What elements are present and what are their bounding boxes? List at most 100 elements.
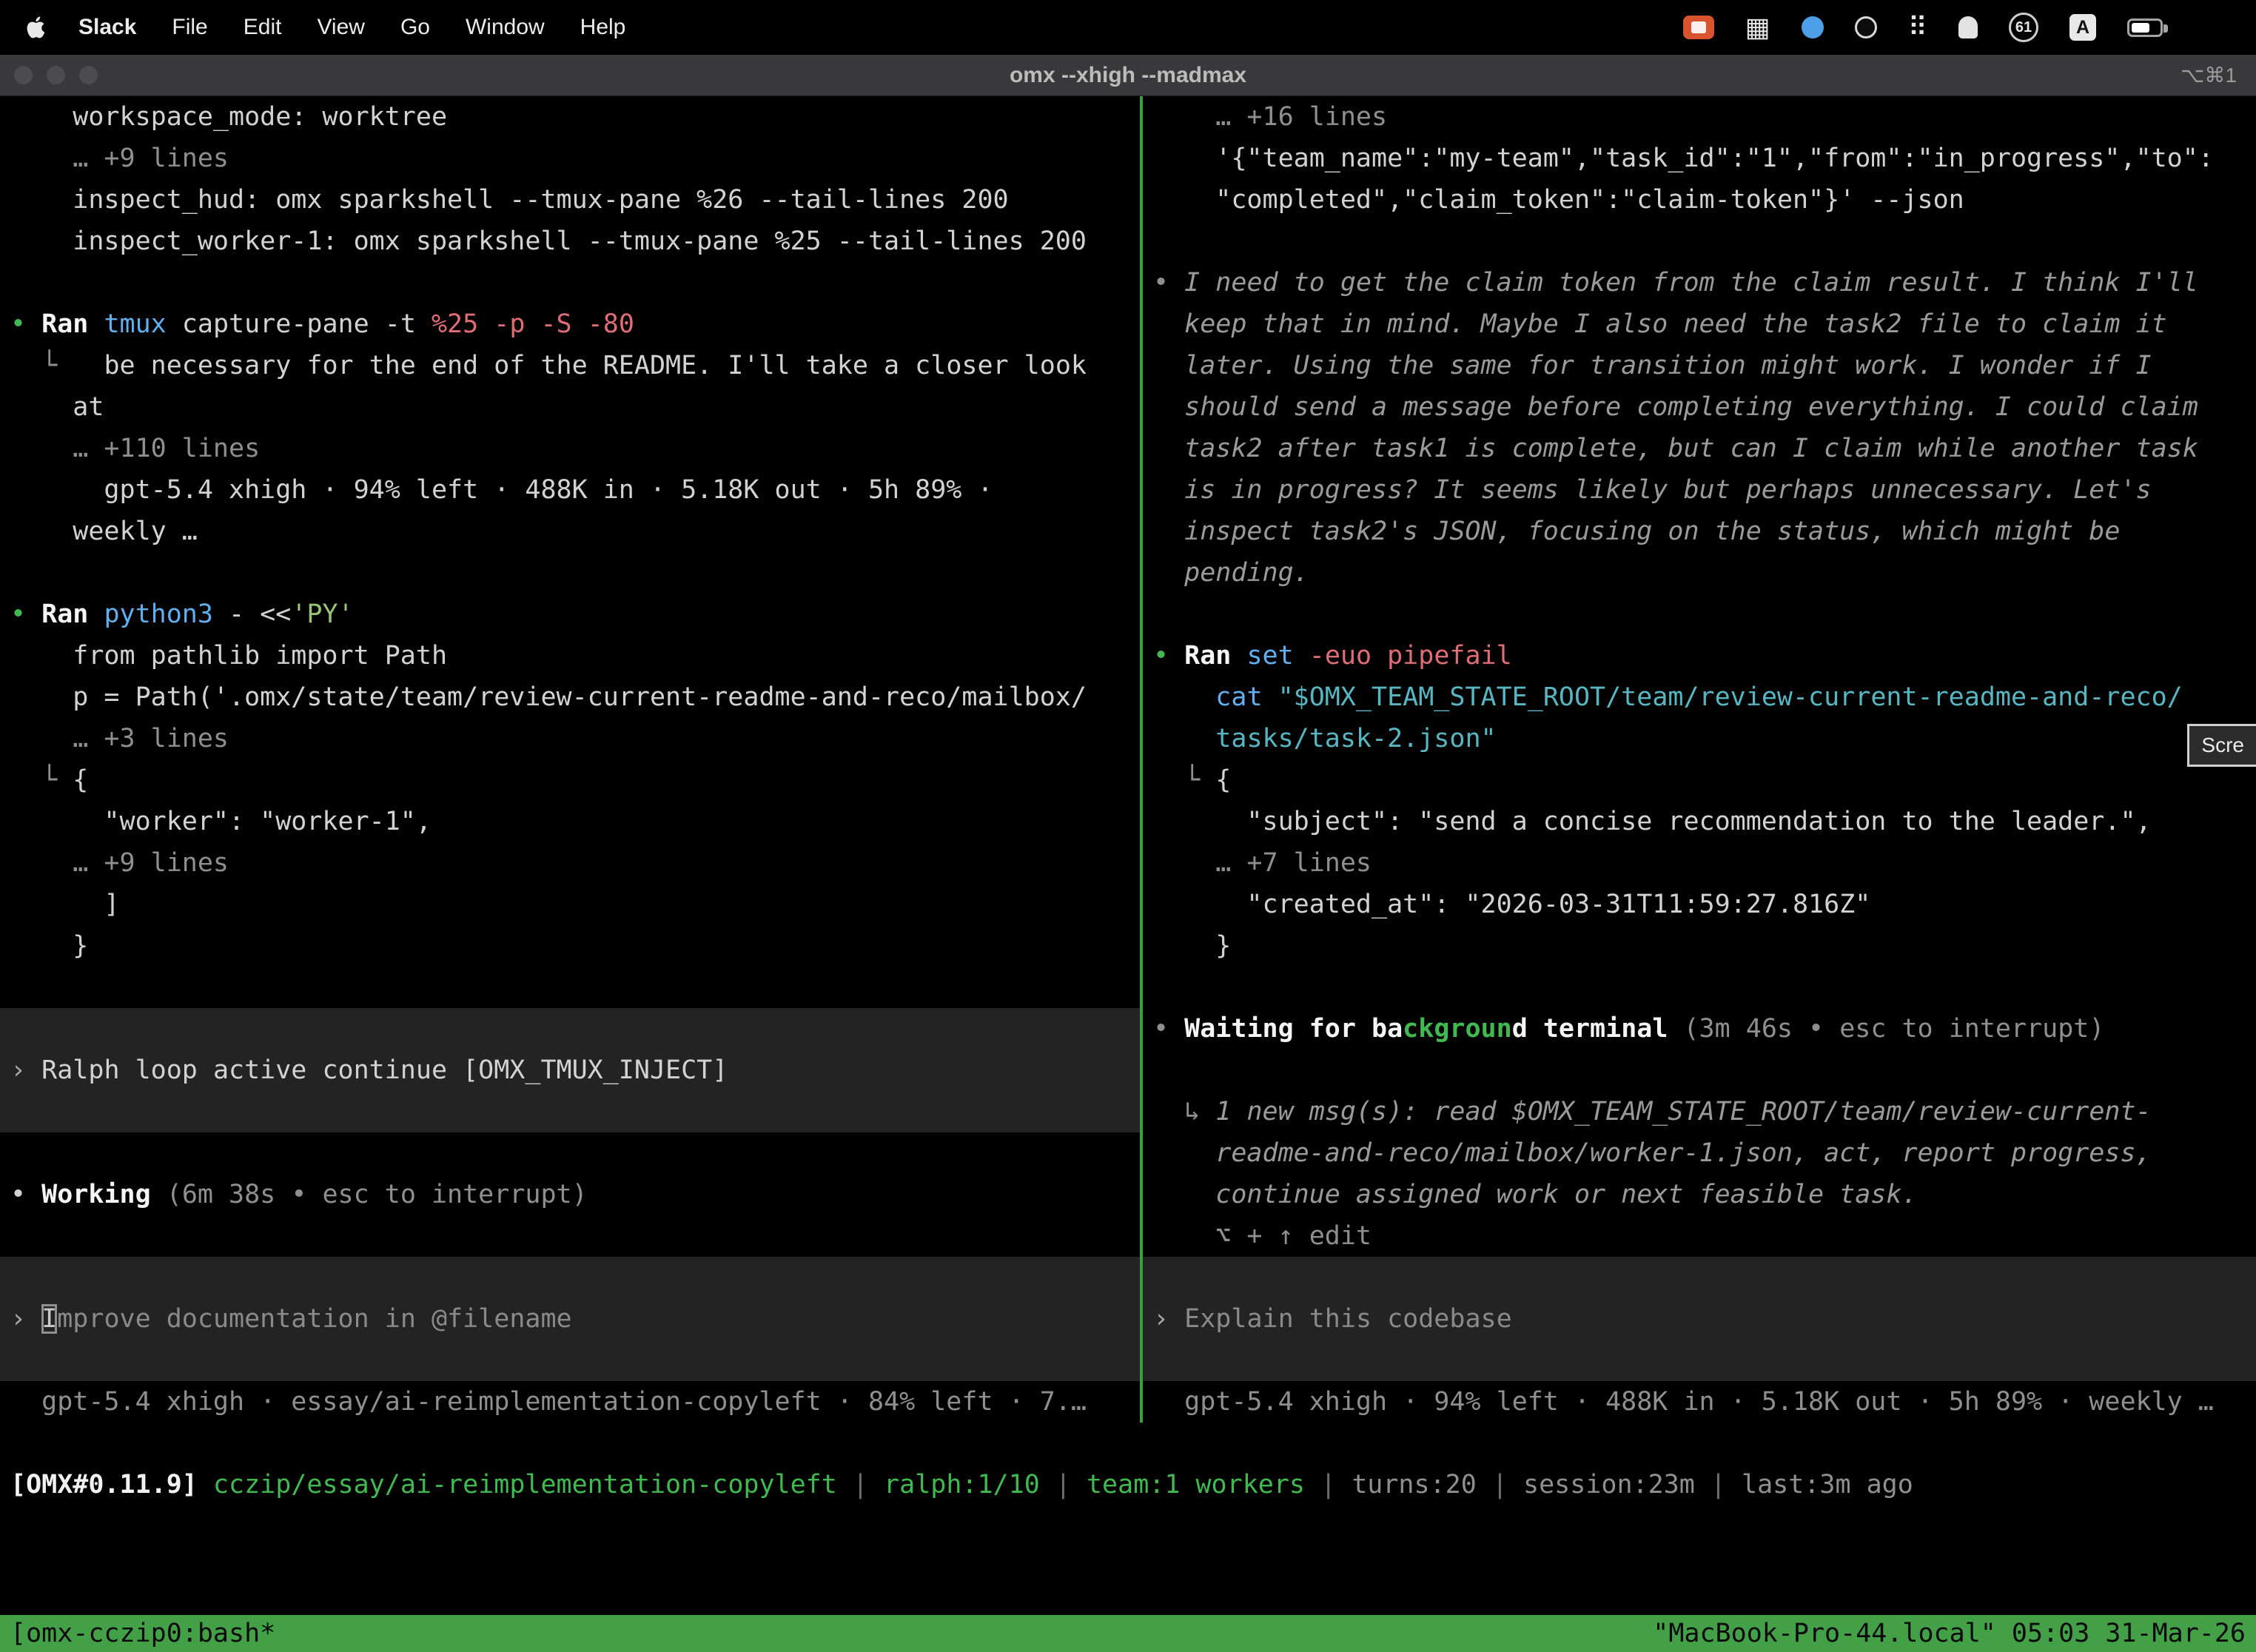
terminal-line <box>0 967 1140 1008</box>
text-segment: 'PY' <box>291 600 353 629</box>
text-segment: ckgroun <box>1403 1014 1512 1044</box>
terminal-line: … +7 lines <box>1143 842 2256 884</box>
apple-menu-icon[interactable] <box>21 13 50 42</box>
text-segment <box>198 1470 213 1500</box>
text-segment: | <box>1040 1470 1087 1500</box>
menu-help[interactable]: Help <box>563 15 644 40</box>
text-segment: | <box>1305 1470 1352 1500</box>
terminal-line: is in progress? It seems likely but perh… <box>1143 469 2256 511</box>
menu-go[interactable]: Go <box>383 15 448 40</box>
terminal-line: } <box>1143 925 2256 967</box>
terminal-line: └ be necessary for the end of the README… <box>0 345 1140 386</box>
terminal-line: └ { <box>1143 759 2256 801</box>
composer-input[interactable]: › Explain this codebase <box>1143 1298 2256 1340</box>
menu-file[interactable]: File <box>154 15 225 40</box>
text-segment: gpt-5.4 xhigh · 94% left · 488K in · 5.1… <box>10 475 993 505</box>
terminal-line: … +9 lines <box>0 842 1140 884</box>
text-segment: -euo pipefail <box>1294 641 1512 671</box>
terminal-line <box>1143 594 2256 635</box>
text-segment: at <box>10 392 104 422</box>
text-segment: ⌥ + ↑ edit <box>1153 1221 1372 1251</box>
text-segment: Ran <box>41 309 104 339</box>
window-titlebar[interactable]: omx --xhigh --madmax ⌥⌘1 <box>0 55 2256 96</box>
text-segment: Ran <box>1184 641 1246 671</box>
window-shortcut: ⌥⌘1 <box>2181 63 2237 87</box>
text-segment: … +9 lines <box>10 144 229 173</box>
ghost-icon[interactable] <box>1958 16 1978 38</box>
text-segment: 1 new msg(s): read $OMX_TEAM_STATE_ROOT/… <box>1215 1097 2151 1126</box>
terminal-line <box>1143 967 2256 1008</box>
omx-turns: turns:20 <box>1352 1470 1477 1500</box>
text-segment: Working <box>41 1180 151 1209</box>
text-segment: d terminal <box>1512 1014 1668 1044</box>
app-icon-blue[interactable] <box>1802 16 1824 38</box>
text-segment: • <box>1153 641 1184 671</box>
input-source-icon[interactable]: A <box>2069 14 2096 41</box>
text-segment: task2 after task1 is complete, but can I… <box>1153 434 2198 463</box>
menu-edit[interactable]: Edit <box>226 15 300 40</box>
text-segment: weekly … <box>10 517 198 546</box>
menu-window[interactable]: Window <box>448 15 563 40</box>
terminal-line <box>0 552 1140 594</box>
terminal-line: "completed","claim_token":"claim-token"}… <box>1143 179 2256 221</box>
terminal-line: inspect task2's JSON, focusing on the st… <box>1143 511 2256 552</box>
terminal-line: … +110 lines <box>0 428 1140 469</box>
terminal-line: readme-and-reco/mailbox/worker-1.json, a… <box>1143 1132 2256 1174</box>
text-segment: from pathlib import Path <box>10 641 447 671</box>
terminal-line: ] <box>0 884 1140 925</box>
text-segment: "worker": "worker-1", <box>10 807 432 836</box>
grid-icon[interactable] <box>1745 14 1770 41</box>
text-segment: inspect_worker-1: omx sparkshell --tmux-… <box>10 226 1087 256</box>
text-segment: mprove documentation in @filename <box>57 1304 571 1334</box>
menu-view[interactable]: View <box>299 15 382 40</box>
terminal-line: task2 after task1 is complete, but can I… <box>1143 428 2256 469</box>
text-segment: capture-pane -t <box>167 309 432 339</box>
omx-session-time: session:23m <box>1523 1470 1695 1500</box>
terminal-line: '{"team_name":"my-team","task_id":"1","f… <box>1143 138 2256 179</box>
tmux-pane-right[interactable]: … +16 lines '{"team_name":"my-team","tas… <box>1143 96 2256 1423</box>
menu-slack[interactable]: Slack <box>61 15 154 40</box>
terminal-line: "created_at": "2026-03-31T11:59:27.816Z" <box>1143 884 2256 925</box>
omx-status-line: [OMX#0.11.9] cczip/essay/ai-reimplementa… <box>0 1464 2256 1505</box>
text-segment: … +110 lines <box>10 434 260 463</box>
text-segment: } <box>1153 931 1231 961</box>
battery-percent-badge[interactable]: 61 <box>2009 13 2038 42</box>
terminal-line <box>0 1257 1140 1298</box>
text-segment: | <box>1477 1470 1523 1500</box>
text-segment: … +9 lines <box>10 848 229 878</box>
text-segment: ↳ <box>1153 1097 1215 1126</box>
screen: SlackFileEditViewGoWindowHelp 61 A omx --… <box>0 0 2256 1652</box>
terminal-line <box>0 262 1140 303</box>
session-footer: gpt-5.4 xhigh · essay/ai-reimplementatio… <box>0 1381 1140 1423</box>
omx-version: [OMX#0.11.9] <box>10 1470 198 1500</box>
text-segment: • <box>1153 268 1184 298</box>
terminal-line: tasks/task-2.json" <box>1143 718 2256 759</box>
dots-grid-icon[interactable] <box>1908 14 1927 41</box>
battery-icon[interactable] <box>2127 19 2163 37</box>
text-segment: Ran <box>41 600 104 629</box>
control-center-icon[interactable] <box>2200 16 2228 39</box>
text-segment: continue assigned work or next feasible … <box>1153 1180 1918 1209</box>
ran-tmux-capture-line: • Ran tmux capture-pane -t %25 -p -S -80 <box>0 303 1140 345</box>
ran-set-line: • Ran set -euo pipefail <box>1143 635 2256 676</box>
terminal-line: later. Using the same for transition mig… <box>1143 345 2256 386</box>
text-segment: %25 -p -S -80 <box>432 309 634 339</box>
text-segment: └ <box>10 765 73 795</box>
text-segment: • <box>10 1180 41 1209</box>
omx-project: cczip/essay/ai-reimplementation-copyleft <box>213 1470 837 1500</box>
text-segment: set <box>1246 641 1293 671</box>
app-icon-dark[interactable] <box>1855 16 1877 38</box>
terminal-line <box>0 1132 1140 1174</box>
terminal-line <box>0 1340 1140 1381</box>
composer-input[interactable]: › Improve documentation in @filename <box>0 1298 1140 1340</box>
tmux-pane-left[interactable]: workspace_mode: worktree … +9 lines insp… <box>0 96 1140 1423</box>
menu-items: SlackFileEditViewGoWindowHelp <box>61 15 643 40</box>
text-segment: (3m 46s • esc to interrupt) <box>1668 1014 2104 1044</box>
text-segment: gpt-5.4 xhigh · essay/ai-reimplementatio… <box>10 1387 1087 1417</box>
omx-ralph-count: ralph:1/10 <box>884 1470 1040 1500</box>
screen-recording-icon[interactable] <box>1683 16 1714 39</box>
text-segment: … +7 lines <box>1153 848 1372 878</box>
terminal-line: keep that in mind. Maybe I also need the… <box>1143 303 2256 345</box>
text-segment: • <box>10 600 41 629</box>
terminal-line: inspect_hud: omx sparkshell --tmux-pane … <box>0 179 1140 221</box>
